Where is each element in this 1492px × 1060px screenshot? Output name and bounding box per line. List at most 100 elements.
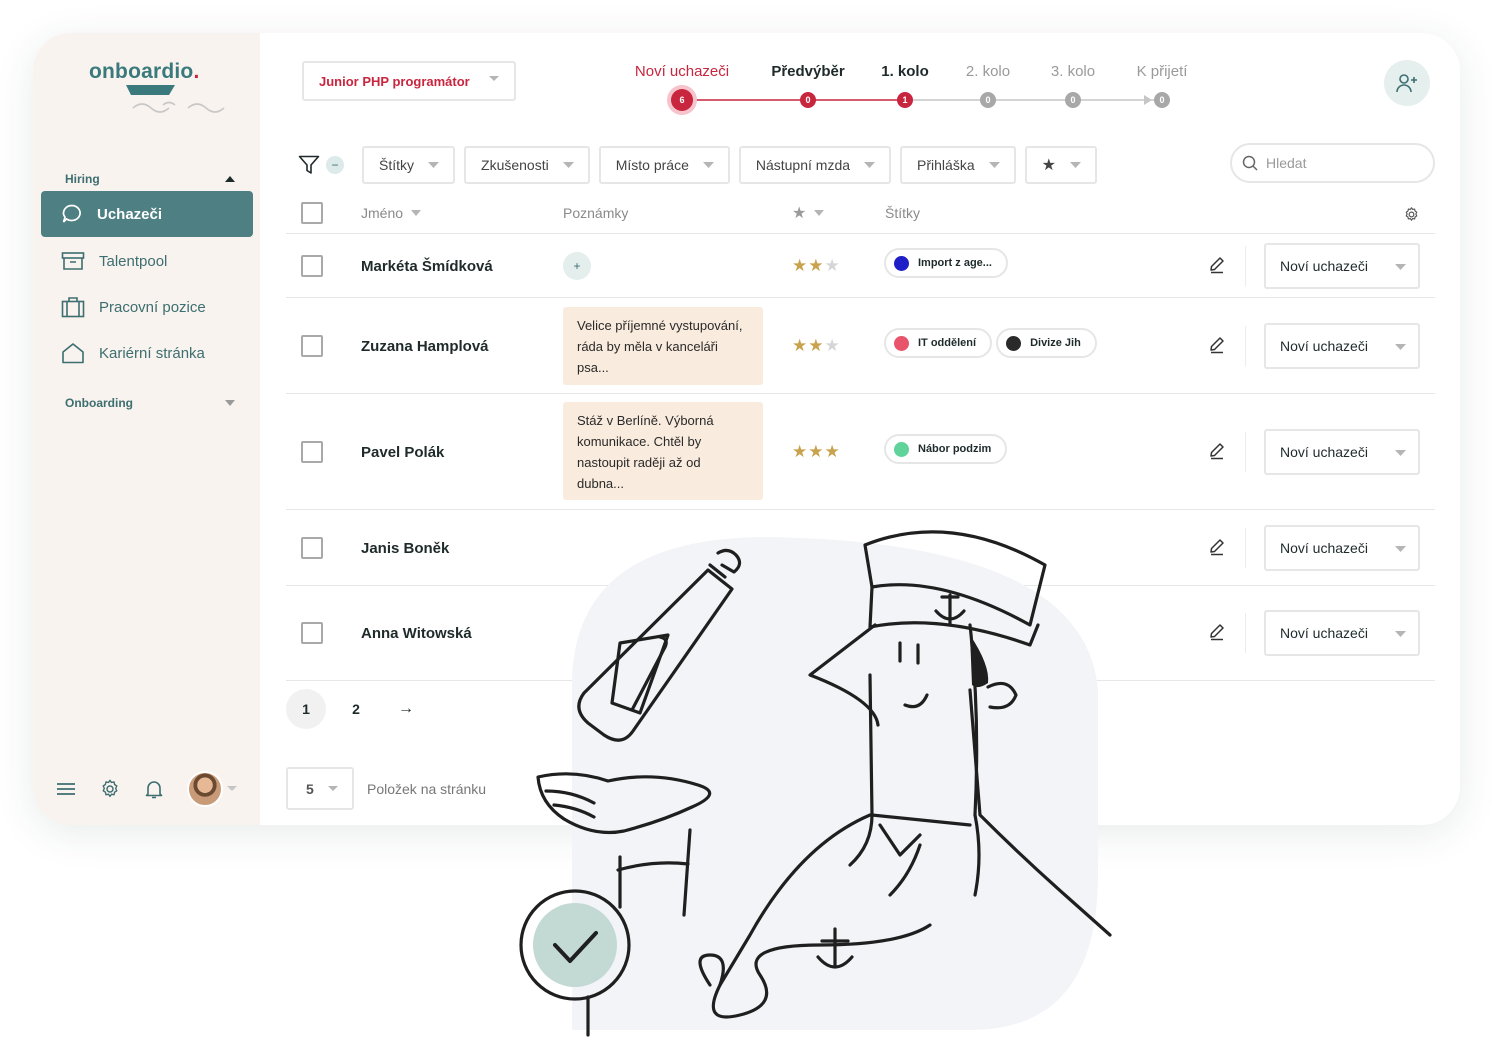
select-all-checkbox[interactable]	[301, 202, 323, 224]
menu-icon[interactable]	[55, 780, 77, 798]
filter-nastupni-mzda[interactable]: Nástupní mzda	[738, 146, 892, 184]
candidate-name[interactable]: Janis Boněk	[361, 540, 449, 557]
per-page-select[interactable]: 5	[286, 767, 354, 810]
chevron-down-icon	[328, 786, 338, 791]
sidebar-item-talentpool[interactable]: Talentpool	[41, 238, 253, 284]
row-checkbox[interactable]	[301, 335, 323, 357]
stage-label-3-kolo[interactable]: 3. kolo	[1051, 63, 1095, 80]
chevron-down-icon	[428, 161, 440, 168]
user-menu[interactable]	[187, 771, 238, 807]
app-window: onboardio. Hiring Uchazeči Talentpool Pr	[33, 33, 1460, 825]
chevron-down-icon	[1395, 546, 1406, 552]
stage-count-2-kolo: 0	[980, 92, 996, 108]
filter-zkusenosti[interactable]: Zkušenosti	[464, 146, 590, 184]
status-value: Noví uchazeči	[1280, 625, 1368, 641]
stage-label-k-prijeti[interactable]: K přijetí	[1137, 63, 1188, 80]
collapse-filters-button[interactable]: −	[326, 156, 344, 174]
row-checkbox[interactable]	[301, 255, 323, 277]
tag-chip[interactable]: Nábor podzim	[884, 434, 1008, 464]
sort-chevron-icon	[814, 209, 825, 216]
stage-label-novi-uchazeci[interactable]: Noví uchazeči	[635, 63, 729, 80]
section-onboarding[interactable]: Onboarding	[65, 396, 235, 410]
tag-chip[interactable]: Divize Jih	[996, 328, 1097, 358]
next-page-arrow-icon[interactable]: →	[386, 689, 426, 729]
filter-stitky[interactable]: Štítky	[362, 146, 456, 184]
stage-label-predvyber[interactable]: Předvýběr	[771, 63, 844, 80]
filter-bar: − Štítky Zkušenosti Místo práce Nástupní…	[298, 145, 1106, 185]
tag-list: Nábor podzim	[884, 434, 1008, 464]
row-checkbox[interactable]	[301, 537, 323, 559]
add-user-icon	[1396, 74, 1417, 93]
pencil-icon[interactable]	[1208, 623, 1226, 641]
job-position-select[interactable]: Junior PHP programátor	[302, 61, 516, 101]
sidebar-item-pracovni-pozice[interactable]: Pracovní pozice	[41, 284, 253, 330]
stage-label-1-kolo[interactable]: 1. kolo	[881, 63, 929, 80]
pipeline-stages: Noví uchazeči 6 Předvýběr 0 1. kolo 1 2.…	[600, 61, 1200, 121]
rating-stars[interactable]: ★★★	[792, 336, 841, 356]
tag-label: Divize Jih	[1030, 337, 1081, 349]
candidate-name[interactable]: Anna Witowská	[361, 625, 472, 642]
status-value: Noví uchazeči	[1280, 540, 1368, 556]
search-box[interactable]	[1230, 143, 1435, 183]
status-value: Noví uchazeči	[1280, 258, 1368, 274]
pencil-icon[interactable]	[1208, 442, 1226, 460]
page-1-button[interactable]: 1	[286, 689, 326, 729]
add-candidate-button[interactable]	[1384, 60, 1430, 106]
column-header-rating[interactable]: ★	[792, 203, 825, 223]
tag-chip[interactable]: IT oddělení	[884, 328, 993, 358]
pencil-icon[interactable]	[1208, 538, 1226, 556]
table-row[interactable]: Markéta Šmídková + ★★★ Import z age... N…	[286, 234, 1435, 298]
stage-count-k-prijeti: 0	[1154, 92, 1170, 108]
status-value: Noví uchazeči	[1280, 444, 1368, 460]
stage-label-2-kolo[interactable]: 2. kolo	[966, 63, 1010, 80]
row-checkbox[interactable]	[301, 441, 323, 463]
sidebar-item-karierni-stranka[interactable]: Kariérní stránka	[41, 330, 253, 376]
rating-stars[interactable]: ★★★	[792, 256, 841, 276]
sidebar: onboardio. Hiring Uchazeči Talentpool Pr	[33, 33, 260, 825]
filter-rating[interactable]: ★	[1024, 146, 1097, 184]
rating-stars[interactable]: ★★★	[792, 442, 841, 462]
per-page-value: 5	[306, 780, 314, 797]
star-icon: ★	[808, 256, 825, 275]
pencil-icon[interactable]	[1208, 336, 1226, 354]
table-row[interactable]: Anna Witowská Noví uchazeči	[286, 586, 1435, 681]
candidate-name[interactable]: Zuzana Hamplová	[361, 338, 489, 355]
pencil-icon[interactable]	[1208, 256, 1226, 274]
table-row[interactable]: Pavel Polák Stáž v Berlíně. Výborná komu…	[286, 394, 1435, 510]
star-icon: ★	[792, 442, 809, 461]
page-2-button[interactable]: 2	[336, 689, 376, 729]
filter-label: Přihláška	[917, 157, 975, 173]
add-note-button[interactable]: +	[563, 252, 591, 280]
row-checkbox[interactable]	[301, 622, 323, 644]
sort-chevron-icon	[411, 209, 422, 216]
sidebar-item-uchazeci[interactable]: Uchazeči	[41, 191, 253, 237]
search-input[interactable]	[1266, 155, 1416, 171]
column-header-name[interactable]: Jméno	[361, 205, 422, 221]
table-row[interactable]: Janis Boněk Noví uchazeči	[286, 510, 1435, 586]
section-hiring[interactable]: Hiring	[65, 172, 235, 186]
per-page-label: Položek na stránku	[367, 780, 487, 797]
status-select[interactable]: Noví uchazeči	[1264, 525, 1420, 571]
divider	[1245, 613, 1246, 653]
status-select[interactable]: Noví uchazeči	[1264, 429, 1420, 475]
star-icon: ★	[792, 256, 809, 275]
brand-logo[interactable]: onboardio.	[89, 60, 200, 84]
table-row[interactable]: Zuzana Hamplová Velice příjemné vystupov…	[286, 298, 1435, 394]
gear-icon[interactable]	[1403, 206, 1420, 223]
filter-prihlaska[interactable]: Přihláška	[900, 146, 1016, 184]
status-select[interactable]: Noví uchazeči	[1264, 610, 1420, 656]
filter-misto-prace[interactable]: Místo práce	[598, 146, 730, 184]
bell-icon[interactable]	[143, 778, 165, 800]
status-select[interactable]: Noví uchazeči	[1264, 243, 1420, 289]
note-card[interactable]: Stáž v Berlíně. Výborná komunikace. Chtě…	[563, 402, 763, 500]
section-onboarding-label: Onboarding	[65, 396, 133, 410]
status-select[interactable]: Noví uchazeči	[1264, 323, 1420, 369]
candidate-name[interactable]: Pavel Polák	[361, 444, 444, 461]
tag-chip[interactable]: Import z age...	[884, 248, 1008, 278]
candidate-name[interactable]: Markéta Šmídková	[361, 258, 493, 275]
filter-icon[interactable]	[298, 155, 320, 175]
note-card[interactable]: Velice příjemné vystupování, ráda by měl…	[563, 307, 763, 385]
gear-icon[interactable]	[99, 778, 121, 800]
star-icon: ★	[792, 205, 807, 222]
stage: onboardio. Hiring Uchazeči Talentpool Pr	[0, 0, 1492, 1060]
